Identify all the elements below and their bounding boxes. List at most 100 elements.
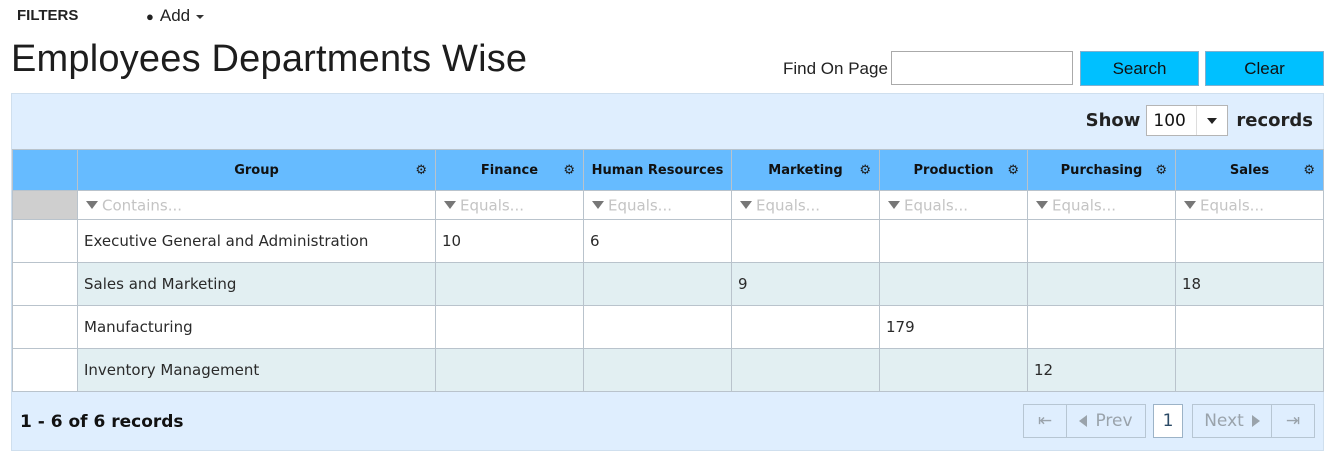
page-size-select[interactable]: 100	[1146, 105, 1229, 136]
prev-page-button[interactable]: Prev	[1066, 404, 1146, 438]
row-selector[interactable]	[12, 262, 78, 306]
table-cell	[1027, 305, 1176, 349]
find-on-page-label: Find On Page	[783, 59, 888, 78]
table-cell	[435, 348, 584, 392]
filter-placeholder: Equals...	[904, 196, 968, 215]
filter-placeholder: Equals...	[1052, 196, 1116, 215]
table-cell	[879, 219, 1028, 263]
table-cell	[583, 305, 732, 349]
table-cell	[1175, 219, 1324, 263]
table-row[interactable]: Executive General and Administration 10 …	[12, 219, 1324, 263]
filter-cell-marketing[interactable]: Equals...	[731, 190, 880, 220]
table-cell	[1175, 348, 1324, 392]
column-header-production[interactable]: Production ⚙	[879, 149, 1028, 191]
add-filter-label: Add	[159, 6, 191, 25]
table-cell: Inventory Management	[77, 348, 436, 392]
column-header-group[interactable]: Group ⚙	[77, 149, 436, 191]
filter-placeholder: Equals...	[756, 196, 820, 215]
page-title: Employees Departments Wise	[11, 38, 528, 80]
table-cell	[435, 262, 584, 306]
top-bar: FILTERS ● Add	[0, 0, 1335, 34]
page-number-button[interactable]: 1	[1153, 404, 1183, 438]
filter-icon[interactable]	[740, 201, 752, 210]
chevron-left-icon	[1079, 415, 1088, 427]
filter-row: Contains... Equals... Equals... Equals..…	[12, 190, 1324, 220]
table-cell	[583, 262, 732, 306]
filter-cell-group[interactable]: Contains...	[77, 190, 436, 220]
page-size-value: 100	[1153, 110, 1186, 131]
prev-label: Prev	[1095, 411, 1133, 431]
table-cell	[1175, 305, 1324, 349]
table-cell	[731, 219, 880, 263]
column-label: Finance	[480, 162, 539, 178]
table-cell	[583, 348, 732, 392]
column-header-finance[interactable]: Finance ⚙	[435, 149, 584, 191]
table-cell	[731, 305, 880, 349]
filter-icon[interactable]	[1184, 201, 1196, 210]
filter-icon[interactable]	[888, 201, 900, 210]
table-cell: 12	[1027, 348, 1176, 392]
table-cell: Manufacturing	[77, 305, 436, 349]
column-header-sales[interactable]: Sales ⚙	[1175, 149, 1324, 191]
filter-placeholder: Equals...	[608, 196, 672, 215]
chevron-down-icon	[1207, 117, 1218, 124]
gear-icon[interactable]: ⚙	[1155, 163, 1167, 178]
column-header-purchasing[interactable]: Purchasing ⚙	[1027, 149, 1176, 191]
filters-label: FILTERS	[17, 7, 79, 24]
table-row[interactable]: Manufacturing 179	[12, 305, 1324, 349]
gear-icon[interactable]: ⚙	[1303, 163, 1315, 178]
table-cell: 6	[583, 219, 732, 263]
chevron-right-icon	[1251, 415, 1260, 427]
row-selector[interactable]	[12, 305, 78, 349]
table-cell: 179	[879, 305, 1028, 349]
filter-cell-human-resources[interactable]: Equals...	[583, 190, 732, 220]
table-cell	[879, 262, 1028, 306]
caret-down-icon	[196, 15, 205, 19]
filter-placeholder: Equals...	[460, 196, 524, 215]
filter-cell-finance[interactable]: Equals...	[435, 190, 584, 220]
gear-icon[interactable]: ⚙	[563, 163, 575, 178]
show-label: Show	[1085, 110, 1141, 131]
gear-icon[interactable]: ⚙	[859, 163, 871, 178]
bullet-icon: ●	[146, 8, 154, 24]
filter-icon[interactable]	[1036, 201, 1048, 210]
add-filter-menu[interactable]: ● Add	[146, 6, 205, 26]
last-page-button[interactable]: ⇥	[1271, 404, 1315, 438]
column-header-marketing[interactable]: Marketing ⚙	[731, 149, 880, 191]
filter-icon[interactable]	[86, 201, 98, 210]
column-label: Purchasing	[1060, 162, 1143, 178]
dropdown-toggle[interactable]	[1196, 106, 1227, 135]
column-label: Group	[234, 162, 279, 178]
next-page-button[interactable]: Next	[1192, 404, 1272, 438]
table-cell: Sales and Marketing	[77, 262, 436, 306]
column-label: Production	[913, 162, 994, 178]
find-on-page-input[interactable]	[891, 51, 1073, 85]
gear-icon[interactable]: ⚙	[1007, 163, 1019, 178]
page-size-control: Show 100 records	[1086, 105, 1313, 136]
table-cell: 10	[435, 219, 584, 263]
search-button[interactable]: Search	[1080, 51, 1199, 86]
records-label: records	[1236, 110, 1313, 131]
table-cell	[1027, 262, 1176, 306]
table-row[interactable]: Sales and Marketing 9 18	[12, 262, 1324, 306]
first-page-button[interactable]: ⇤	[1023, 404, 1067, 438]
table-row[interactable]: Inventory Management 12	[12, 348, 1324, 392]
column-header-human-resources[interactable]: Human Resources	[583, 149, 732, 191]
first-page-icon: ⇤	[1037, 411, 1053, 431]
gear-icon[interactable]: ⚙	[415, 163, 427, 178]
last-page-icon: ⇥	[1285, 411, 1301, 431]
filter-icon[interactable]	[444, 201, 456, 210]
filter-cell-production[interactable]: Equals...	[879, 190, 1028, 220]
filter-cell-sales[interactable]: Equals...	[1175, 190, 1324, 220]
row-selector[interactable]	[12, 348, 78, 392]
filter-row-selector	[12, 190, 78, 220]
data-grid: Group ⚙ Finance ⚙ Human Resources Marketin…	[12, 149, 1324, 392]
column-label: Marketing	[768, 162, 843, 178]
table-cell	[879, 348, 1028, 392]
filter-cell-purchasing[interactable]: Equals...	[1027, 190, 1176, 220]
clear-button[interactable]: Clear	[1205, 51, 1324, 86]
filter-placeholder: Equals...	[1200, 196, 1264, 215]
filter-icon[interactable]	[592, 201, 604, 210]
row-selector[interactable]	[12, 219, 78, 263]
table-cell	[1027, 219, 1176, 263]
